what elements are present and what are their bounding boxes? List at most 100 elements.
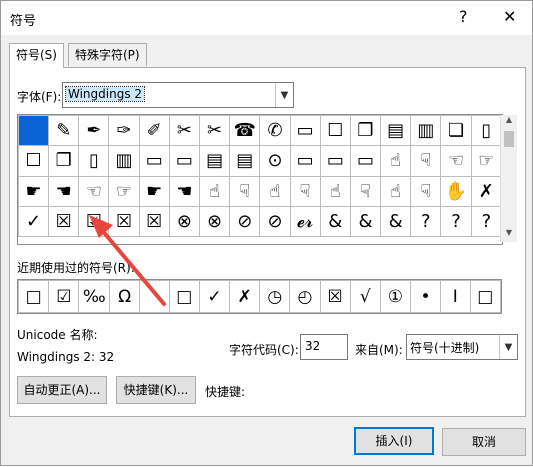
symbol-cell[interactable]: ☝ bbox=[198, 175, 231, 207]
symbol-cell[interactable]: ☚ bbox=[168, 175, 200, 207]
symbol-cell[interactable]: ⊘ bbox=[259, 205, 291, 238]
scroll-thumb[interactable] bbox=[504, 131, 514, 147]
symbol-cell[interactable]: ☝ bbox=[319, 175, 351, 207]
symbol-cell[interactable]: ✐ bbox=[138, 114, 170, 147]
symbol-cell[interactable]: ▥ bbox=[410, 114, 442, 147]
symbol-cell[interactable]: ❐ bbox=[349, 114, 382, 147]
recent-symbol-cell[interactable]: √ bbox=[349, 280, 381, 313]
symbol-cell[interactable]: ▤ bbox=[229, 145, 261, 177]
symbol-cell[interactable]: ? bbox=[440, 205, 472, 238]
insert-button[interactable]: 插入(I) bbox=[354, 427, 434, 455]
symbol-cell[interactable]: ☐ bbox=[17, 145, 50, 177]
symbol-cell[interactable]: ⊗ bbox=[168, 205, 200, 238]
symbol-cell[interactable]: ☝ bbox=[259, 175, 291, 207]
symbol-cell[interactable]: ▭ bbox=[138, 145, 170, 177]
help-icon[interactable]: ? bbox=[459, 7, 468, 26]
symbol-cell[interactable]: & bbox=[319, 205, 351, 238]
close-icon[interactable]: ✕ bbox=[503, 7, 516, 26]
symbol-cell[interactable]: ▤ bbox=[380, 114, 412, 147]
from-label: 来自(M): bbox=[355, 343, 403, 357]
autocorrect-button[interactable]: 自动更正(A)... bbox=[17, 376, 107, 404]
recent-symbol-cell[interactable]: ☑ bbox=[48, 280, 80, 313]
symbol-cell[interactable]: ❏ bbox=[440, 114, 472, 147]
symbol-cell[interactable]: ☒ bbox=[138, 205, 170, 238]
recent-symbol-cell[interactable]: Ω bbox=[109, 280, 141, 313]
symbol-cell[interactable]: ☜ bbox=[78, 175, 110, 207]
symbol-cell[interactable]: ☛ bbox=[138, 175, 170, 207]
symbol-cell[interactable]: ❐ bbox=[48, 145, 80, 177]
symbol-grid-scrollbar[interactable]: ▲ ▼ bbox=[500, 115, 517, 242]
symbol-cell[interactable]: ☒ bbox=[48, 205, 80, 238]
symbol-cell[interactable]: ☑ bbox=[78, 205, 110, 238]
char-code-input[interactable]: 32 bbox=[300, 334, 348, 360]
symbol-cell[interactable]: ✎ bbox=[48, 114, 80, 147]
scroll-up-icon[interactable]: ▲ bbox=[501, 115, 517, 129]
symbol-cell[interactable]: ? bbox=[470, 205, 503, 238]
unicode-name-label: Unicode 名称: bbox=[17, 328, 98, 342]
recent-symbol-cell[interactable]: I bbox=[439, 280, 471, 313]
symbol-cell[interactable]: ☟ bbox=[410, 175, 442, 207]
symbol-cell[interactable]: ☟ bbox=[229, 175, 261, 207]
symbol-cell[interactable]: ☟ bbox=[349, 175, 382, 207]
symbol-cell[interactable]: & bbox=[380, 205, 412, 238]
from-dropdown[interactable]: 符号(十进制) ▼ bbox=[406, 334, 518, 360]
symbol-cell[interactable]: ▯ bbox=[470, 114, 503, 147]
symbol-cell[interactable]: ✑ bbox=[108, 114, 140, 147]
symbol-cell[interactable]: 𝓮𝓻 bbox=[289, 205, 321, 238]
symbol-cell[interactable]: ☞ bbox=[108, 175, 140, 207]
recent-symbol-cell[interactable]: • bbox=[409, 280, 441, 313]
symbol-cell[interactable]: ☐ bbox=[319, 114, 351, 147]
chevron-down-icon[interactable]: ▼ bbox=[499, 335, 517, 359]
tab-symbols[interactable]: 符号(S) bbox=[9, 43, 64, 68]
symbol-cell[interactable]: ▭ bbox=[168, 145, 200, 177]
symbol-cell[interactable] bbox=[17, 114, 50, 147]
cancel-button[interactable]: 取消 bbox=[442, 428, 526, 456]
symbol-cell[interactable]: ☞ bbox=[470, 145, 503, 177]
scroll-down-icon[interactable]: ▼ bbox=[501, 228, 517, 242]
recent-symbol-cell[interactable]: ◴ bbox=[289, 280, 321, 313]
recent-symbol-cell[interactable]: □ bbox=[17, 280, 50, 313]
symbol-cell[interactable]: ☟ bbox=[289, 175, 321, 207]
symbol-cell[interactable]: ▯ bbox=[78, 145, 110, 177]
symbol-cell[interactable]: ✗ bbox=[470, 175, 503, 207]
chevron-down-icon[interactable]: ▼ bbox=[275, 83, 293, 107]
symbol-cell[interactable]: ▥ bbox=[108, 145, 140, 177]
symbol-cell[interactable]: ▭ bbox=[319, 145, 351, 177]
symbol-cell[interactable]: ⊙ bbox=[259, 145, 291, 177]
recent-symbol-cell[interactable]: ✓ bbox=[198, 280, 231, 313]
symbol-cell[interactable]: ▭ bbox=[349, 145, 382, 177]
symbol-cell[interactable]: ☟ bbox=[410, 145, 442, 177]
symbol-cell[interactable]: ☎ bbox=[229, 114, 261, 147]
unicode-name-value: Wingdings 2: 32 bbox=[17, 350, 115, 364]
recent-symbol-cell[interactable] bbox=[139, 280, 170, 313]
symbol-cell[interactable]: ☝ bbox=[380, 145, 412, 177]
symbol-cell[interactable]: & bbox=[349, 205, 382, 238]
symbol-cell[interactable]: ✓ bbox=[17, 205, 50, 238]
recent-symbol-cell[interactable]: □ bbox=[469, 280, 502, 313]
shortcut-key-button[interactable]: 快捷键(K)... bbox=[116, 376, 196, 404]
symbol-cell[interactable]: ✂ bbox=[168, 114, 200, 147]
symbol-cell[interactable]: ☒ bbox=[108, 205, 140, 238]
recent-symbol-cell[interactable]: ☒ bbox=[319, 280, 351, 313]
symbol-cell[interactable]: ⊗ bbox=[198, 205, 231, 238]
tab-special-characters[interactable]: 特殊字符(P) bbox=[68, 43, 147, 66]
recent-symbol-cell[interactable]: ‰ bbox=[78, 280, 111, 313]
symbol-cell[interactable]: ☜ bbox=[440, 145, 472, 177]
recent-symbol-cell[interactable]: ✗ bbox=[229, 280, 261, 313]
symbol-cell[interactable]: ✋ bbox=[440, 175, 472, 207]
symbol-cell[interactable]: ✒ bbox=[78, 114, 110, 147]
symbol-cell[interactable]: ☝ bbox=[380, 175, 412, 207]
symbol-cell[interactable]: ✂ bbox=[198, 114, 231, 147]
recent-symbol-cell[interactable]: □ bbox=[168, 280, 200, 313]
symbol-cell[interactable]: ☚ bbox=[48, 175, 80, 207]
symbol-cell[interactable]: ▭ bbox=[289, 114, 321, 147]
symbol-cell[interactable]: ▭ bbox=[289, 145, 321, 177]
symbol-cell[interactable]: ▤ bbox=[198, 145, 231, 177]
symbol-cell[interactable]: ✆ bbox=[259, 114, 291, 147]
symbol-cell[interactable]: ☛ bbox=[17, 175, 50, 207]
symbol-cell[interactable]: ? bbox=[410, 205, 442, 238]
font-dropdown[interactable]: Wingdings 2 ▼ bbox=[62, 82, 294, 108]
recent-symbol-cell[interactable]: ◷ bbox=[259, 280, 291, 313]
symbol-cell[interactable]: ⊘ bbox=[229, 205, 261, 238]
recent-symbol-cell[interactable]: ① bbox=[379, 280, 411, 313]
